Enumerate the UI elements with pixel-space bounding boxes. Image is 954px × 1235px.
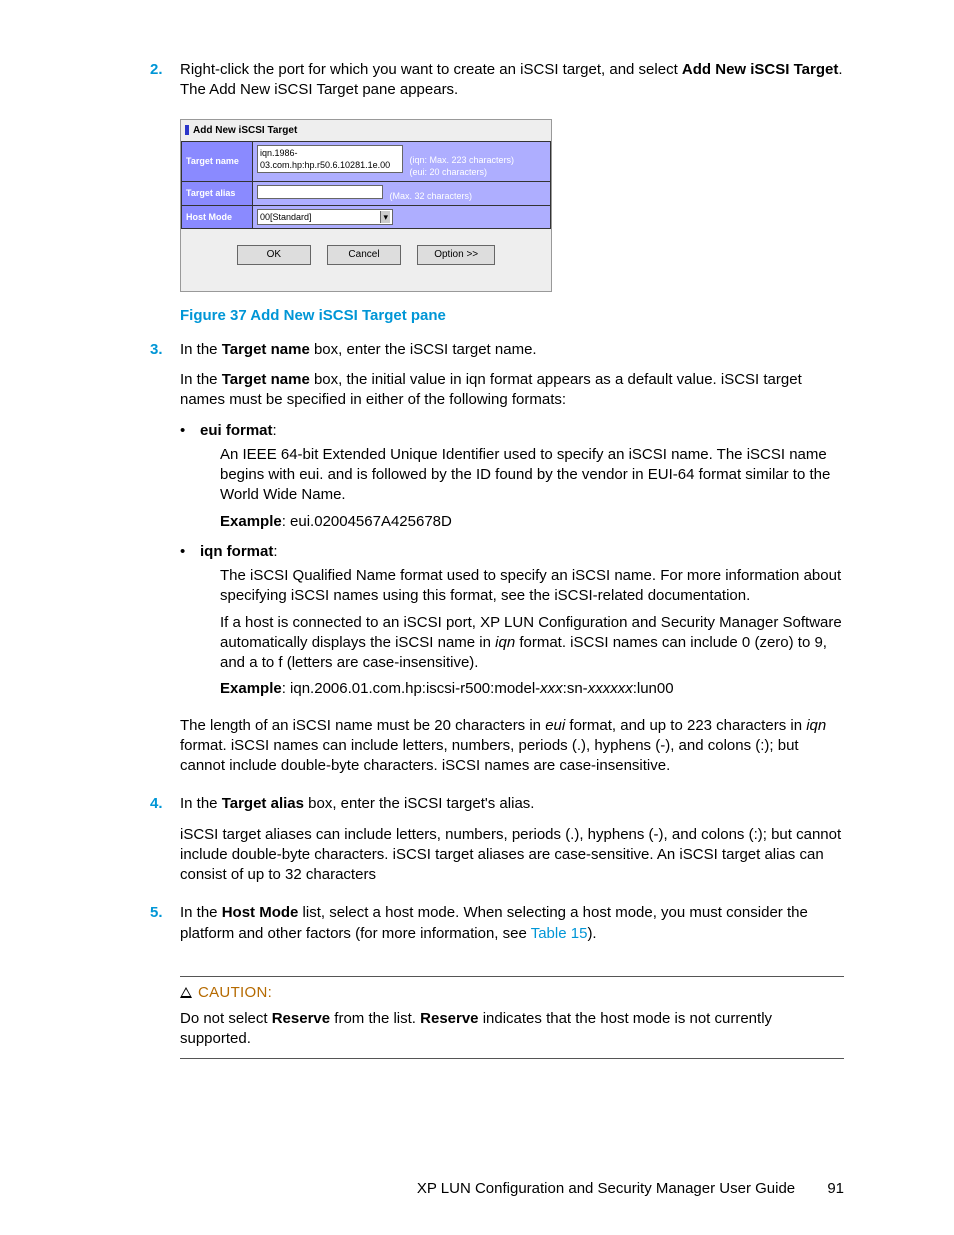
host-mode-select[interactable]: 00[Standard] ▾ [257,209,393,225]
caution-label: CAUTION: [198,984,272,1001]
step-3-number: 3. [150,340,180,787]
target-alias-hint: (Max. 32 characters) [390,191,473,201]
step-5-text: In the Host Mode list, select a host mod… [180,903,844,944]
t: format. iSCSI names can include letters,… [180,737,799,774]
step-4-number: 4. [150,794,180,895]
t: ). [587,925,596,942]
add-new-iscsi-target-pane: Add New iSCSI Target Target name iqn.198… [180,119,552,292]
t: Host Mode [222,904,299,921]
dialog-title-text: Add New iSCSI Target [193,125,297,136]
step-2: 2. Right-click the port for which you wa… [150,60,844,111]
bullet-mark: • [180,421,200,538]
bullet-mark: • [180,542,200,706]
t: The length of an iSCSI name must be 20 c… [180,717,545,734]
length-note: The length of an iSCSI name must be 20 c… [180,716,844,777]
t: box, enter the iSCSI target's alias. [304,795,534,812]
step-4-line-2: iSCSI target aliases can include letters… [180,825,844,886]
t: : iqn.2006.01.com.hp:iscsi-r500:model- [282,680,540,697]
t: :lun00 [633,680,674,697]
step-2-text: Right-click the port for which you want … [180,60,844,101]
bullet-iqn: • iqn format: The iSCSI Qualified Name f… [180,542,844,706]
t: : eui.02004567A425678D [282,513,452,530]
step-4: 4. In the Target alias box, enter the iS… [150,794,844,895]
dialog-title: Add New iSCSI Target [185,124,547,138]
caution-block: CAUTION: Do not select Reserve from the … [180,976,844,1059]
step-4-line-1: In the Target alias box, enter the iSCSI… [180,794,844,814]
t: iqn [806,717,826,734]
iqn-format-desc-2: If a host is connected to an iSCSI port,… [220,613,844,674]
t: In the [180,341,222,358]
step-3-line-2: In the Target name box, the initial valu… [180,370,844,411]
page-footer: XP LUN Configuration and Security Manage… [417,1179,844,1199]
footer-title: XP LUN Configuration and Security Manage… [417,1180,795,1197]
eui-format-title: eui format [200,422,273,439]
step-2-number: 2. [150,60,180,111]
page-number: 91 [827,1180,844,1197]
t: from the list. [330,1010,420,1027]
iqn-format-example: Example: iqn.2006.01.com.hp:iscsi-r500:m… [220,679,844,699]
t: Target name [222,341,310,358]
t: In the [180,904,222,921]
option-button[interactable]: Option >> [417,245,495,265]
t: Target name [222,371,310,388]
caution-body: Do not select Reserve from the list. Res… [180,1009,844,1050]
step-3: 3. In the Target name box, enter the iSC… [150,340,844,787]
caution-icon [180,987,192,998]
figure-caption: Figure 37 Add New iSCSI Target pane [180,306,844,326]
target-name-hint-2: (eui: 20 characters) [410,167,488,177]
host-mode-label: Host Mode [182,206,253,229]
dialog-button-row: OK Cancel Option >> [181,229,551,291]
t: In the [180,371,222,388]
t: :sn- [563,680,588,697]
t: Do not select [180,1010,272,1027]
chevron-down-icon: ▾ [380,211,390,223]
t: eui [545,717,565,734]
table-15-link[interactable]: Table 15 [531,925,588,942]
target-alias-input[interactable] [257,185,383,199]
t: Target alias [222,795,304,812]
eui-format-example: Example: eui.02004567A425678D [220,512,844,532]
ok-button[interactable]: OK [237,245,311,265]
bullet-eui: • eui format: An IEEE 64-bit Extended Un… [180,421,844,538]
step-2-text-a: Right-click the port for which you want … [180,61,682,78]
step-3-line-1: In the Target name box, enter the iSCSI … [180,340,844,360]
dialog-title-marker [185,125,189,135]
eui-format-desc: An IEEE 64-bit Extended Unique Identifie… [220,445,844,506]
target-name-label: Target name [182,142,253,182]
host-mode-value: 00[Standard] [260,212,312,222]
t: format, and up to 223 characters in [565,717,806,734]
t: Reserve [272,1010,330,1027]
step-5-number: 5. [150,903,180,954]
t: : [273,422,277,439]
target-name-input[interactable]: iqn.1986-03.com.hp:hp.r50.6.10281.1e.00 [257,145,403,173]
t: xxxxxx [588,680,633,697]
t: xxx [540,680,563,697]
t: : [273,543,277,560]
caution-heading: CAUTION: [180,983,844,1003]
t: In the [180,795,222,812]
t: Example [220,680,282,697]
iqn-format-title: iqn format [200,543,273,560]
t: iqn [495,634,515,651]
t: box, enter the iSCSI target name. [310,341,537,358]
t: Example [220,513,282,530]
target-name-hint-1: (iqn: Max. 223 characters) [410,155,515,165]
step-2-bold: Add New iSCSI Target [682,61,838,78]
target-alias-label: Target alias [182,181,253,205]
cancel-button[interactable]: Cancel [327,245,401,265]
iqn-format-desc-1: The iSCSI Qualified Name format used to … [220,566,844,607]
step-5: 5. In the Host Mode list, select a host … [150,903,844,954]
t: Reserve [420,1010,478,1027]
